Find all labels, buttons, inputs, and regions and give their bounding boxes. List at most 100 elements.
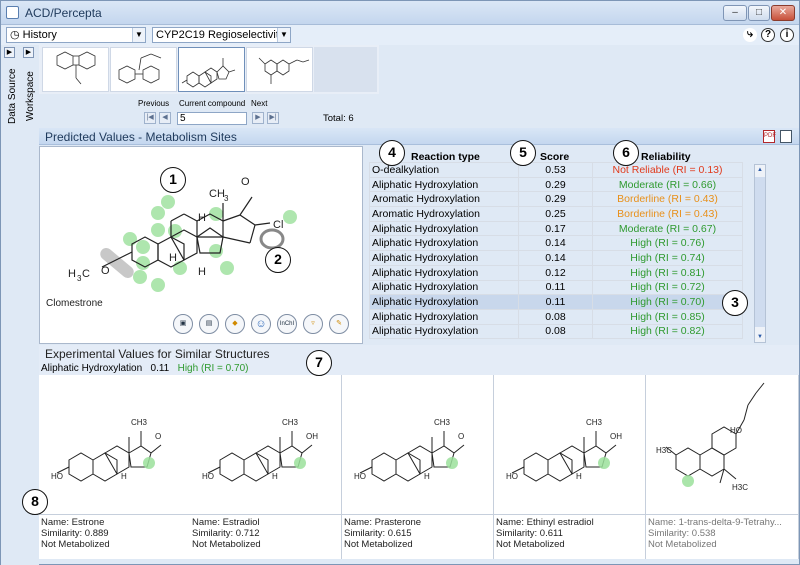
pencil-icon[interactable]: ✎	[329, 314, 349, 334]
table-row[interactable]: Aliphatic Hydroxylation 0.08 High (RI = 0.…	[369, 308, 743, 325]
reaction-cell: Aromatic Hydroxylation	[369, 191, 519, 208]
atom-label: H	[424, 472, 430, 481]
structure-similarity: Similarity: 0.611	[496, 528, 563, 539]
first-button[interactable]: |◀	[144, 112, 156, 124]
prediction-table: O-dealkylation 0.53 Not Reliable (RI = 0.1…	[369, 162, 743, 340]
structure-info: Name: Ethinyl estradiol Similarity: 0.611…	[496, 517, 646, 550]
reliability-cell: Not Reliable (RI = 0.13)	[592, 162, 743, 178]
table-row[interactable]: Aliphatic Hydroxylation 0.17 Moderate (RI …	[369, 220, 743, 237]
chevron-down-icon[interactable]: ▼	[132, 28, 145, 42]
callout-5: 5	[510, 140, 536, 166]
tool-icon[interactable]: ▣	[173, 314, 193, 334]
table-row[interactable]: Aliphatic Hydroxylation 0.12 High (RI = 0.…	[369, 264, 743, 281]
reliability-cell: High (RI = 0.76)	[592, 235, 743, 252]
scroll-thumb[interactable]	[755, 177, 765, 327]
tool-icon[interactable]: ◆	[225, 314, 245, 334]
carbonyl-label: O	[241, 176, 250, 188]
structure-status: Not Metabolized	[344, 539, 413, 550]
table-row[interactable]: Aliphatic Hydroxylation 0.11 High (RI = 0.…	[369, 279, 743, 296]
compound-thumbnail[interactable]	[110, 47, 177, 92]
table-row[interactable]: Aliphatic Hydroxylation 0.29 Moderate (RI …	[369, 176, 743, 193]
reaction-cell: Aliphatic Hydroxylation	[369, 220, 519, 237]
structure-name: Clomestrone	[46, 298, 103, 309]
atom-label: H	[272, 472, 278, 481]
reaction-cell: Aliphatic Hydroxylation	[369, 235, 519, 252]
atom-label: CH3	[131, 418, 148, 427]
score-cell: 0.25	[518, 206, 593, 222]
similar-structure-card[interactable]: HO H3C H3C Name: 1-trans-delta-9-Tetrahy...…	[646, 375, 799, 559]
score-cell: 0.14	[518, 250, 593, 266]
scroll-up-icon[interactable]: ▲	[755, 165, 765, 175]
structure-status: Not Metabolized	[648, 539, 717, 550]
oxygen-label: O	[101, 265, 110, 277]
atom-label: OH	[610, 432, 622, 441]
table-row[interactable]: O-dealkylation 0.53 Not Reliable (RI = 0.1…	[369, 162, 743, 178]
structure-status: Not Metabolized	[192, 539, 261, 550]
current-compound-label: Current compound	[179, 99, 246, 108]
connect-icon[interactable]: ⤷	[743, 28, 757, 42]
atom-label: H3C	[732, 483, 748, 492]
similar-structure-card[interactable]: CH3 O HO H Name: Prasterone Similarity: 0.615…	[342, 375, 494, 559]
reaction-cell: Aromatic Hydroxylation	[369, 206, 519, 222]
tool-icon[interactable]: ▿	[303, 314, 323, 334]
previous-button[interactable]: ◀	[159, 112, 171, 124]
history-combo[interactable]: ◷ History ▼	[6, 27, 146, 43]
pdf-icon[interactable]: PDF	[763, 130, 776, 143]
atom-label: H	[576, 472, 582, 481]
model-combo[interactable]: CYP2C19 Regioselectivity ▼	[152, 27, 291, 43]
next-button[interactable]: ▶	[252, 112, 264, 124]
history-icon: ◷	[10, 29, 23, 41]
tool-icon[interactable]: ▤	[199, 314, 219, 334]
toolbar: ◷ History ▼ CYP2C19 Regioselectivity ▼ ⤷…	[1, 25, 799, 45]
atom-label: CH3	[434, 418, 451, 427]
similar-structure-card[interactable]: CH3 OH HO H Name: Estradiol Similarity: 0.712…	[190, 375, 342, 559]
score-cell: 0.53	[518, 162, 593, 178]
structure-status: Not Metabolized	[41, 539, 110, 550]
similar-structure-card[interactable]: CH3 O HO H Name: Estrone Similarity: 0.889 Not…	[39, 375, 191, 559]
last-button[interactable]: ▶|	[267, 112, 279, 124]
structure-status: Not Metabolized	[496, 539, 565, 550]
structure-similarity: Similarity: 0.889	[41, 528, 109, 539]
callout-6: 6	[613, 140, 639, 166]
next-label: Next	[251, 99, 268, 108]
side-panel: ▶ ▶ Data Source Workspace	[1, 45, 39, 565]
expand-icon[interactable]: ▶	[23, 47, 34, 58]
help-icon[interactable]: ?	[761, 28, 775, 42]
info-icon[interactable]: i	[780, 28, 794, 42]
reaction-cell: Aliphatic Hydroxylation	[369, 176, 519, 193]
table-row[interactable]: Aromatic Hydroxylation 0.29 Borderline (RI…	[369, 191, 743, 208]
tab-data-source[interactable]: Data Source	[4, 61, 21, 131]
reliability-cell: High (RI = 0.74)	[592, 250, 743, 266]
compound-thumbnail-selected[interactable]	[178, 47, 245, 92]
structure-drawing: CH3 O HO H	[354, 418, 465, 482]
minimize-button[interactable]: –	[723, 5, 747, 21]
table-row[interactable]: Aliphatic Hydroxylation 0.08 High (RI = 0.…	[369, 323, 743, 340]
table-row[interactable]: Aromatic Hydroxylation 0.25 Borderline (RI…	[369, 206, 743, 222]
chlorine-label: Cl	[273, 219, 283, 231]
structure-similarity: Similarity: 0.712	[192, 528, 260, 539]
chevron-down-icon[interactable]: ▼	[277, 28, 290, 42]
tab-workspace[interactable]: Workspace	[22, 61, 39, 131]
inchi-button[interactable]: InChI	[277, 314, 297, 334]
table-scrollbar[interactable]: ▲ ▼	[754, 164, 766, 343]
compound-thumbnail[interactable]	[246, 47, 313, 92]
scroll-down-icon[interactable]: ▼	[755, 332, 765, 342]
maximize-button[interactable]: □	[748, 5, 770, 21]
current-compound-input[interactable]: 5	[177, 112, 247, 125]
h3c-carbon: C	[82, 268, 90, 280]
methyl-subscript: 3	[224, 194, 229, 203]
model-label: CYP2C19 Regioselectivity	[156, 29, 285, 41]
table-row[interactable]: Aliphatic Hydroxylation 0.11 High (RI = 0.…	[369, 294, 743, 310]
table-row[interactable]: Aliphatic Hydroxylation 0.14 High (RI = 0.…	[369, 235, 743, 252]
similar-structure-card[interactable]: CH3 OH HO H Name: Ethinyl estradiol Similarit…	[494, 375, 646, 559]
hydrogen-label: H	[198, 212, 206, 224]
copy-icon[interactable]	[780, 130, 792, 143]
smiley-icon[interactable]: ☺	[251, 314, 271, 334]
atom-label: O	[155, 432, 161, 441]
close-button[interactable]: ✕	[771, 5, 795, 21]
score-cell: 0.29	[518, 176, 593, 193]
structure-thumbnail	[118, 53, 162, 84]
table-row[interactable]: Aliphatic Hydroxylation 0.14 High (RI = 0.…	[369, 250, 743, 266]
expand-icon[interactable]: ▶	[4, 47, 15, 58]
compound-thumbnail[interactable]	[42, 47, 109, 92]
